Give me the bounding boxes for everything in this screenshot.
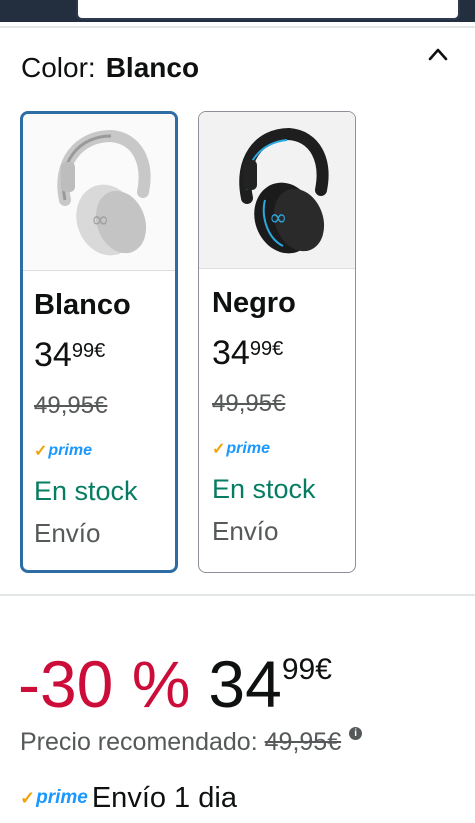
selected-color-value: Blanco [105, 52, 200, 83]
prime-delivery-row: ✓ prime Envío 1 dia [20, 780, 237, 816]
recommended-price-row: Precio recomendado: 49,95€ i [20, 725, 363, 759]
prime-label: prime [48, 442, 92, 459]
color-label: Color: [21, 52, 96, 83]
prime-label: prime [36, 787, 88, 808]
price-currency: € [272, 338, 284, 360]
shipping-text: Envío [212, 516, 279, 546]
availability-text: En stock [212, 474, 316, 504]
prime-badge: ✓ prime [34, 440, 175, 462]
headphones-white-icon: ∞ [23, 114, 175, 271]
price-whole: 34 [208, 647, 282, 721]
prime-check-icon: ✓ [212, 441, 226, 458]
headphones-black-icon: ∞ [199, 112, 355, 269]
svg-text:∞: ∞ [91, 208, 109, 233]
delivery-text: Envío 1 dia [91, 781, 237, 814]
price-currency: € [315, 653, 332, 686]
main-price: -30 % 3499€ [18, 630, 332, 721]
color-option-negro[interactable]: ∞ Negro 3499€ 49,95€ ✓ prime En stock Env… [198, 111, 356, 573]
divider [0, 26, 475, 28]
price-fraction: 99 [281, 653, 316, 686]
price-whole: 34 [34, 336, 72, 374]
price-currency: € [94, 340, 106, 362]
list-price: 49,95€ [34, 392, 108, 419]
info-icon[interactable]: i [349, 727, 363, 740]
discount-percentage: -30 % [18, 647, 191, 721]
color-option-blanco[interactable]: ∞ Blanco 3499€ 49,95€ ✓ prime En stock En… [20, 111, 178, 573]
option-price: 3499€ [34, 333, 175, 380]
shipping-text: Envío [34, 518, 101, 548]
divider [0, 594, 475, 596]
prime-check-icon: ✓ [34, 443, 48, 460]
chevron-up-icon[interactable] [424, 40, 452, 68]
price-fraction: 99 [71, 340, 95, 362]
price-fraction: 99 [249, 338, 273, 360]
option-name: Blanco [34, 289, 131, 321]
prime-label: prime [226, 440, 270, 457]
availability-text: En stock [34, 476, 138, 506]
price-whole: 34 [212, 334, 250, 372]
option-name: Negro [212, 287, 296, 319]
list-price: 49,95€ [212, 390, 286, 417]
recommended-price-value: 49,95€ [264, 728, 342, 756]
color-label-row: Color: Blanco [21, 50, 199, 86]
search-input[interactable] [76, 0, 460, 20]
option-price: 3499€ [212, 331, 355, 378]
recommended-price-label: Precio recomendado: [20, 728, 258, 756]
prime-badge: ✓ prime [212, 438, 355, 460]
svg-text:∞: ∞ [269, 206, 287, 231]
top-search-bar [0, 0, 475, 22]
prime-check-icon: ✓ [20, 787, 36, 808]
